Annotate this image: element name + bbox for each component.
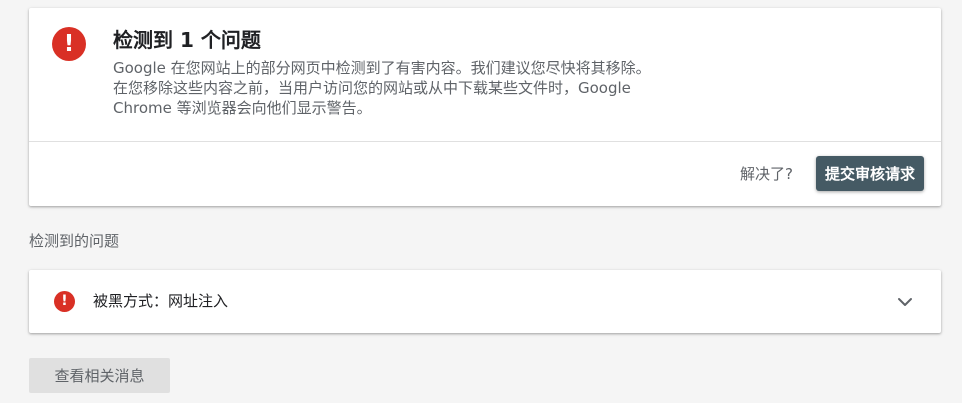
issue-description-line: Chrome 等浏览器会向他们显示警告。: [113, 99, 372, 117]
resolved-prompt: 解决了?: [740, 165, 793, 183]
issue-description-line: 在您移除这些内容之前，当用户访问您的网站或从中下载某些文件时，Google: [113, 79, 631, 97]
security-issues-page: ! 检测到 1 个问题 Google 在您网站上的部分网页中检测到了有害内容。我…: [0, 0, 962, 403]
issue-description: Google 在您网站上的部分网页中检测到了有害内容。我们建议您尽快将其移除。 …: [113, 58, 703, 118]
alert-icon: !: [54, 291, 75, 312]
issue-summary-body: ! 检测到 1 个问题 Google 在您网站上的部分网页中检测到了有害内容。我…: [29, 8, 941, 141]
issue-row-label: 被黑方式：网址注入: [93, 292, 229, 310]
view-related-news-button[interactable]: 查看相关消息: [29, 358, 170, 393]
detected-issues-heading: 检测到的问题: [29, 232, 120, 250]
issue-title: 检测到 1 个问题: [113, 28, 261, 52]
issue-description-line: Google 在您网站上的部分网页中检测到了有害内容。我们建议您尽快将其移除。: [113, 59, 651, 77]
issue-row-url-injection[interactable]: ! 被黑方式：网址注入: [29, 270, 941, 333]
issue-summary-card: ! 检测到 1 个问题 Google 在您网站上的部分网页中检测到了有害内容。我…: [29, 8, 941, 206]
request-review-button[interactable]: 提交审核请求: [816, 156, 924, 191]
card-divider: [29, 141, 941, 142]
alert-icon: !: [52, 27, 86, 61]
chevron-down-icon[interactable]: [895, 292, 915, 312]
